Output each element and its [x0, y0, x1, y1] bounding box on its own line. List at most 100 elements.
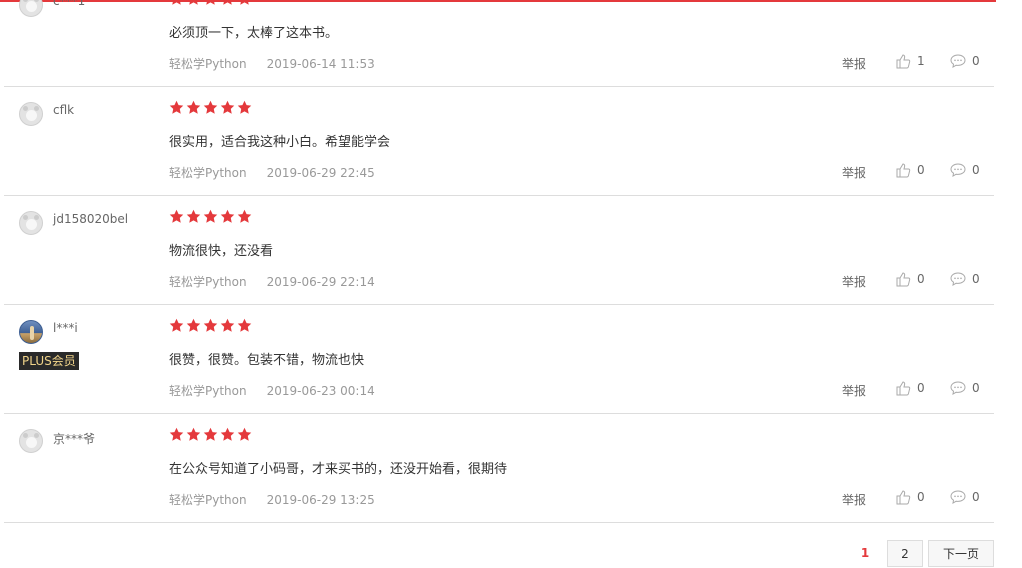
- avatar[interactable]: [19, 0, 43, 17]
- username[interactable]: jd158020bel: [53, 212, 128, 226]
- reply-count: 0: [972, 54, 980, 68]
- star-icon: [186, 427, 201, 441]
- like-count: 0: [917, 272, 925, 286]
- report-link[interactable]: 举报: [842, 55, 866, 72]
- star-icon: [186, 318, 201, 332]
- report-link[interactable]: 举报: [842, 273, 866, 290]
- like-button[interactable]: 1: [895, 53, 925, 69]
- like-count: 0: [917, 490, 925, 504]
- star-icon: [169, 427, 184, 441]
- star-icon: [223, 0, 232, 5]
- reply-button[interactable]: 0: [950, 380, 980, 396]
- like-button[interactable]: 0: [895, 271, 925, 287]
- like-count: 0: [917, 163, 925, 177]
- thumbs-up-icon: [896, 272, 911, 287]
- star-icon: [237, 318, 252, 332]
- review-content: 在公众号知道了小码哥，才来买书的，还没开始看，很期待: [169, 462, 508, 477]
- review-item: c***1 必须顶一下，太棒了这本书。 轻松学Python 2019-06-14 …: [4, 0, 994, 87]
- reply-button[interactable]: 0: [950, 53, 980, 69]
- review-item: jd158020bel 物流很快，还没看 轻松学Python 2019-06-29…: [4, 196, 994, 305]
- product-name: 轻松学Python: [169, 166, 247, 180]
- star-icon: [169, 100, 184, 114]
- username[interactable]: c***1: [53, 0, 85, 8]
- star-icon: [203, 427, 218, 441]
- review-item: cflk 很实用，适合我这种小白。希望能学会 轻松学Python 2019-06-…: [4, 87, 994, 196]
- reply-button[interactable]: 0: [950, 162, 980, 178]
- rating-stars: [169, 0, 252, 6]
- comment-icon: [950, 54, 966, 68]
- comment-icon: [950, 272, 966, 286]
- product-name: 轻松学Python: [169, 493, 247, 507]
- username[interactable]: 京***爷: [53, 430, 95, 447]
- page-1-current: 1: [860, 546, 870, 560]
- reply-button[interactable]: 0: [950, 489, 980, 505]
- review-meta: 轻松学Python 2019-06-29 22:45: [169, 164, 375, 181]
- rating-stars: [169, 209, 252, 224]
- like-button[interactable]: 0: [895, 489, 925, 505]
- star-icon: [220, 318, 235, 332]
- plus-member-badge: PLUS会员: [19, 352, 79, 370]
- star-icon: [237, 209, 252, 223]
- report-link[interactable]: 举报: [842, 491, 866, 508]
- thumbs-up-icon: [896, 490, 911, 505]
- avatar[interactable]: [19, 429, 43, 453]
- review-item: l***i PLUS会员 很赞，很赞。包装不错，物流也快 轻松学Python 20…: [4, 305, 994, 414]
- star-icon: [169, 209, 184, 223]
- next-page-button[interactable]: 下一页: [928, 540, 994, 567]
- review-date: 2019-06-29 13:25: [266, 493, 375, 507]
- product-name: 轻松学Python: [169, 275, 247, 289]
- review-content: 物流很快，还没看: [169, 244, 274, 259]
- reply-count: 0: [972, 272, 980, 286]
- review-date: 2019-06-14 11:53: [266, 57, 375, 71]
- star-icon: [203, 100, 218, 114]
- report-link[interactable]: 举报: [842, 164, 866, 181]
- review-meta: 轻松学Python 2019-06-14 11:53: [169, 55, 375, 72]
- star-icon: [203, 318, 218, 332]
- star-icon: [172, 0, 181, 5]
- review-meta: 轻松学Python 2019-06-23 00:14: [169, 382, 375, 399]
- like-button[interactable]: 0: [895, 162, 925, 178]
- star-icon: [186, 100, 201, 114]
- avatar[interactable]: [19, 320, 43, 344]
- product-name: 轻松学Python: [169, 384, 247, 398]
- comment-icon: [950, 490, 966, 504]
- star-icon: [220, 209, 235, 223]
- page-2-button[interactable]: 2: [887, 540, 923, 567]
- review-date: 2019-06-23 00:14: [266, 384, 375, 398]
- comment-icon: [950, 163, 966, 177]
- report-link[interactable]: 举报: [842, 382, 866, 399]
- star-icon: [186, 209, 201, 223]
- reply-button[interactable]: 0: [950, 271, 980, 287]
- review-item: 京***爷 在公众号知道了小码哥，才来买书的，还没开始看，很期待 轻松学Pyth…: [4, 414, 994, 523]
- avatar[interactable]: [19, 211, 43, 235]
- like-count: 1: [917, 54, 925, 68]
- reply-count: 0: [972, 381, 980, 395]
- review-meta: 轻松学Python 2019-06-29 22:14: [169, 273, 375, 290]
- star-icon: [237, 427, 252, 441]
- thumbs-up-icon: [896, 54, 911, 69]
- review-meta: 轻松学Python 2019-06-29 13:25: [169, 491, 375, 508]
- star-icon: [206, 0, 215, 5]
- thumbs-up-icon: [896, 163, 911, 178]
- star-icon: [237, 100, 252, 114]
- thumbs-up-icon: [896, 381, 911, 396]
- reply-count: 0: [972, 163, 980, 177]
- username[interactable]: l***i: [53, 321, 78, 335]
- star-icon: [220, 427, 235, 441]
- avatar[interactable]: [19, 102, 43, 126]
- star-icon: [220, 100, 235, 114]
- star-icon: [203, 209, 218, 223]
- like-button[interactable]: 0: [895, 380, 925, 396]
- review-content: 很赞，很赞。包装不错，物流也快: [169, 353, 365, 368]
- rating-stars: [169, 318, 252, 333]
- star-icon: [169, 318, 184, 332]
- username[interactable]: cflk: [53, 103, 74, 117]
- rating-stars: [169, 427, 252, 442]
- review-content: 很实用，适合我这种小白。希望能学会: [169, 135, 391, 150]
- review-list: c***1 必须顶一下，太棒了这本书。 轻松学Python 2019-06-14 …: [4, 0, 994, 523]
- reply-count: 0: [972, 490, 980, 504]
- pagination: 1 2 下一页: [0, 540, 1022, 568]
- product-name: 轻松学Python: [169, 57, 247, 71]
- comment-icon: [950, 381, 966, 395]
- star-icon: [240, 0, 249, 5]
